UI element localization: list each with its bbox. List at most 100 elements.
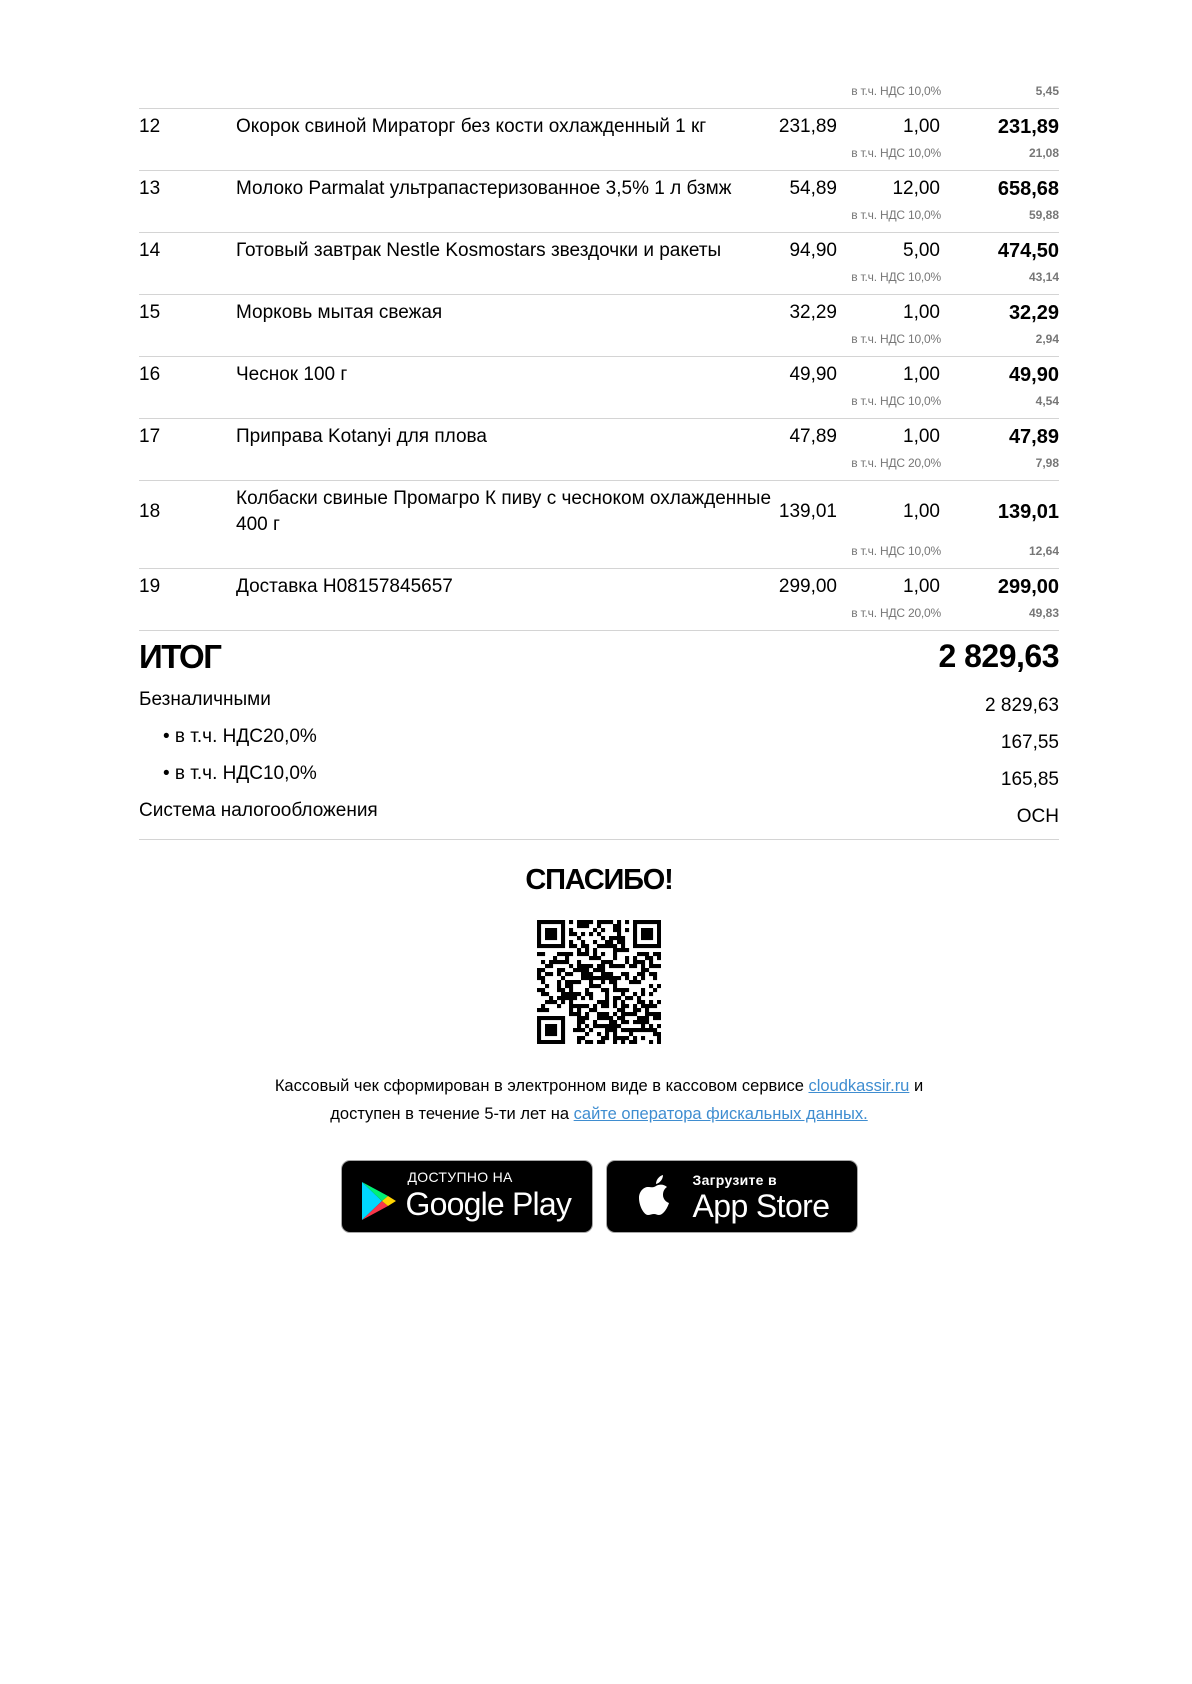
footer-line-2: доступен в течение 5-ти лет на сайте опе… [139,1100,1059,1128]
item-quantity: 1,00 [903,426,940,447]
receipt-page: в т.ч. НДС 10,0% 5,45 12 Окорок свиной Ми… [139,0,1059,1233]
item-price: 49,90 [789,364,837,385]
item-sum: 474,50 [997,240,1059,262]
item-row: 17 Приправа Kotanyi для плова 47,89 1,00 47,… [139,419,1059,452]
item-name: Доставка Н08157845657 [236,576,453,597]
item-row: 19 Доставка Н08157845657 299,00 1,00 299,00 [139,569,1059,602]
qr-code-icon [537,920,661,1044]
vat-amount: 43,14 [1028,270,1059,284]
item-sum: 231,89 [997,116,1059,138]
item-name: Окорок свиной Мираторг без кости охлажде… [236,116,707,137]
payment-row: • в т.ч. НДС10,0% 165,85 [139,761,1059,798]
item-row: 15 Морковь мытая свежая 32,29 1,00 32,29 [139,295,1059,328]
vat-row: в т.ч. НДС 10,0% 12,64 [139,540,1059,568]
footer-text: Кассовый чек сформирован в электронном в… [139,1072,1059,1128]
item-number: 13 [139,178,161,199]
item-row: 16 Чеснок 100 г 49,90 1,00 49,90 [139,357,1059,390]
footer-line-1: Кассовый чек сформирован в электронном в… [139,1072,1059,1100]
vat-row: в т.ч. НДС 10,0% 5,45 [139,80,1059,108]
item-sum: 139,01 [997,501,1059,523]
item-price: 231,89 [778,116,837,137]
vat-row: в т.ч. НДС 10,0% 21,08 [139,142,1059,170]
item-number: 15 [139,302,161,323]
google-play-badge[interactable]: ДОСТУПНО НА Google Play [340,1160,593,1233]
vat-label: в т.ч. НДС 10,0% [851,394,941,408]
item-row: 13 Молоко Parmalat ультрапастеризованное … [139,171,1059,204]
item-number: 19 [139,576,161,597]
item-name: Колбаски свиные Промагро К пиву с чеснок… [236,488,772,535]
vat-label: в т.ч. НДС 10,0% [851,84,941,98]
vat-label: в т.ч. НДС 20,0% [851,606,941,620]
item-name: Готовый завтрак Nestle Kosmostars звездо… [236,240,722,261]
payment-value: 165,85 [1000,769,1059,790]
vat-amount: 4,54 [1035,394,1059,408]
item-name: Морковь мытая свежая [236,302,443,323]
item-number: 12 [139,116,161,137]
vat-amount: 59,88 [1028,208,1059,222]
item-quantity: 1,00 [903,364,940,385]
item-price: 54,89 [789,178,837,199]
item-sum: 47,89 [1008,426,1059,448]
payment-value: 167,55 [1000,732,1059,753]
payment-label: • в т.ч. НДС10,0% [163,763,317,784]
payment-value: 2 829,63 [985,695,1059,716]
item-number: 16 [139,364,161,385]
vat-label: в т.ч. НДС 10,0% [851,208,941,222]
item-name: Приправа Kotanyi для плова [236,426,487,447]
payment-label: Безналичными [139,689,271,710]
google-play-small-label: ДОСТУПНО НА [407,1169,513,1185]
payment-label: Система налогообложения [139,800,378,821]
app-store-small-label: Загрузите в [692,1172,777,1188]
item-number: 17 [139,426,161,447]
item-price: 94,90 [789,240,837,261]
google-play-big-label: Google Play [405,1186,572,1222]
vat-row: в т.ч. НДС 20,0% 7,98 [139,452,1059,480]
item-quantity: 1,00 [903,576,940,597]
vat-amount: 12,64 [1028,544,1059,558]
item-quantity: 1,00 [903,302,940,323]
item-sum: 299,00 [997,576,1059,598]
total-block: ИТОГ 2 829,63 [139,631,1059,687]
item-price: 299,00 [778,576,837,597]
qr-wrap [139,920,1059,1044]
vat-row: в т.ч. НДС 10,0% 59,88 [139,204,1059,232]
footer-line-1-prefix: Кассовый чек сформирован в электронном в… [274,1077,809,1095]
item-quantity: 1,00 [903,116,940,137]
store-badges: ДОСТУПНО НА Google Play Загрузите в App … [139,1160,1059,1233]
divider [139,839,1059,840]
ofd-link[interactable]: сайте оператора фискальных данных. [574,1105,868,1123]
item-sum: 658,68 [997,178,1059,200]
payments-list: Безналичными 2 829,63 • в т.ч. НДС20,0% 167… [139,687,1059,835]
footer-line-1-suffix: и [909,1077,924,1095]
vat-label: в т.ч. НДС 10,0% [851,270,941,284]
apple-logo-icon [638,1175,669,1215]
total-label: ИТОГ [139,638,222,675]
vat-label: в т.ч. НДС 10,0% [851,332,941,346]
item-sum: 32,29 [1008,302,1059,324]
vat-row: в т.ч. НДС 10,0% 4,54 [139,390,1059,418]
vat-row: в т.ч. НДС 20,0% 49,83 [139,602,1059,630]
item-number: 14 [139,240,161,261]
thanks-heading: СПАСИБО! [525,864,673,896]
vat-amount: 49,83 [1028,606,1059,620]
vat-amount: 2,94 [1035,332,1059,346]
cloudkassir-link[interactable]: cloudkassir.ru [808,1077,909,1095]
item-name: Чеснок 100 г [236,364,348,385]
item-quantity: 12,00 [892,178,940,199]
vat-row: в т.ч. НДС 10,0% 2,94 [139,328,1059,356]
vat-label: в т.ч. НДС 20,0% [851,456,941,470]
app-store-big-label: App Store [692,1188,831,1224]
item-price: 32,29 [789,302,837,323]
vat-row: в т.ч. НДС 10,0% 43,14 [139,266,1059,294]
app-store-badge[interactable]: Загрузите в App Store [605,1160,858,1233]
item-price: 47,89 [789,426,837,447]
vat-label: в т.ч. НДС 10,0% [851,146,941,160]
google-play-logo-icon [361,1182,396,1220]
item-name: Молоко Parmalat ультрапастеризованное 3,… [236,178,732,199]
payment-value: ОСН [1016,806,1059,827]
vat-amount: 21,08 [1028,146,1059,160]
payment-label: • в т.ч. НДС20,0% [163,726,317,747]
item-row: 12 Окорок свиной Мираторг без кости охлаж… [139,109,1059,142]
items-list: 12 Окорок свиной Мираторг без кости охлаж… [139,109,1059,631]
payment-row: Система налогообложения ОСН [139,798,1059,835]
